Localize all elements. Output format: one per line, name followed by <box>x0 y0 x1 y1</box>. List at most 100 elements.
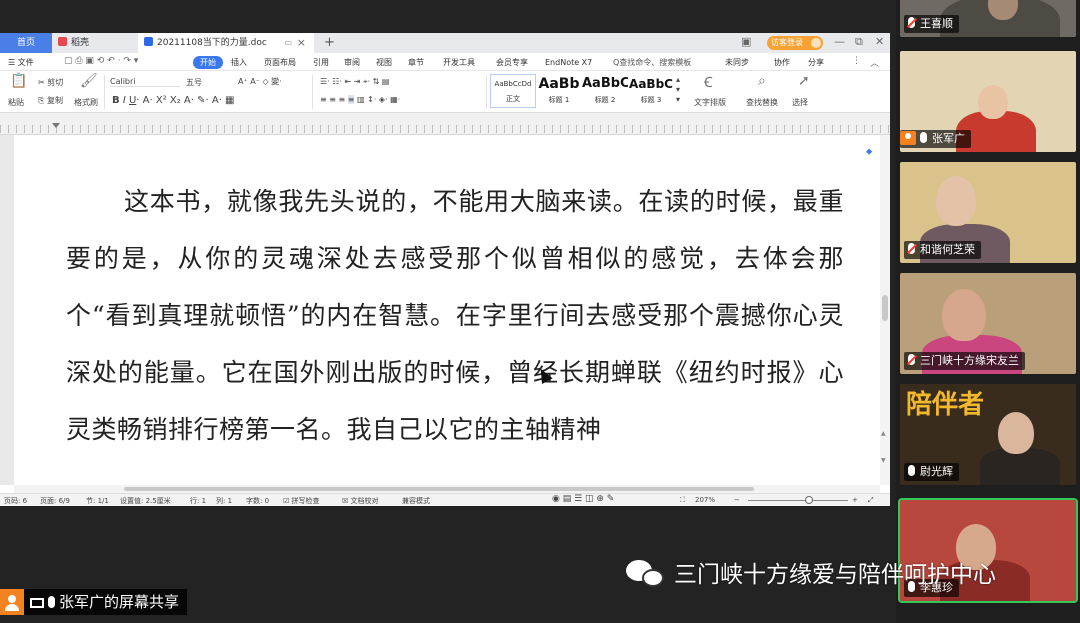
horizontal-scroll-thumb[interactable] <box>124 487 754 491</box>
sync-status[interactable]: 未同步 <box>725 56 749 69</box>
font-size-select[interactable]: 五号 <box>186 77 202 88</box>
menu-endnote[interactable]: EndNote X7 <box>545 56 592 69</box>
menu-view[interactable]: 视图 <box>376 56 392 69</box>
collapse-ribbon-icon[interactable]: ︿ <box>870 56 879 69</box>
font-size-buttons[interactable]: A⁺ A⁻ ◇ 變· <box>238 76 282 87</box>
horizontal-scrollbar[interactable] <box>14 485 880 493</box>
text-layout-icon[interactable]: Ꞓ <box>704 73 713 92</box>
menu-developer[interactable]: 开发工具 <box>443 56 475 69</box>
select-label[interactable]: 选择 <box>792 97 808 108</box>
cursor-select-icon[interactable]: ➚ <box>798 73 810 89</box>
status-pages[interactable]: 页面: 6/9 <box>40 496 70 506</box>
scroll-up-icon[interactable]: ▲ <box>881 430 886 437</box>
proofread-label: 文档校对 <box>350 497 379 505</box>
style-heading-3[interactable]: AaBbC 标题 3 <box>628 74 674 108</box>
tab-pin-icon[interactable]: ▭ <box>284 33 292 53</box>
minimize-button[interactable]: — <box>834 35 845 48</box>
collaborate-button[interactable]: 协作 <box>774 56 790 69</box>
menu-start[interactable]: 开始 <box>193 56 223 69</box>
zoom-fit-icon[interactable]: ⛶ <box>680 496 685 505</box>
status-page-num: 页码: 6 <box>4 497 28 505</box>
indent-marker[interactable] <box>52 123 60 128</box>
cut-button[interactable]: ✂ 剪切 <box>38 77 63 88</box>
tab-docer[interactable]: 稻壳 <box>52 33 138 53</box>
ruler-ticks <box>0 125 890 133</box>
zoom-out-button[interactable]: − <box>734 496 740 504</box>
zoom-slider[interactable] <box>748 500 848 501</box>
spell-check-button[interactable]: ☑ 拼写检查 <box>283 496 320 506</box>
font-format-buttons[interactable]: B I U· A· X² X₂ A· ✎· A· ▦ <box>112 95 235 106</box>
style-heading-2[interactable]: AaBbC 标题 2 <box>582 74 628 108</box>
watermark-text: 三门峡十方缘爱与陪伴呵护中心 <box>674 562 996 588</box>
scroll-down-icon[interactable]: ▼ <box>881 457 886 464</box>
layout-icon[interactable]: ▣ <box>741 35 751 48</box>
participant-name: 和谐何芝荣 <box>920 243 975 256</box>
style-heading-1[interactable]: AaBb 标题 1 <box>536 74 582 108</box>
document-text[interactable]: 这本书，就像我先头说的，不能用大脑来读。在读的时候，最重要的是，从你的灵魂深处去… <box>66 173 844 458</box>
zoom-in-button[interactable]: + <box>852 496 858 504</box>
person-icon <box>0 589 24 615</box>
font-name-select[interactable]: Calibri <box>110 77 180 87</box>
visitor-login-button[interactable]: 访客登录 <box>767 36 823 50</box>
wechat-watermark: 三门峡十方缘爱与陪伴呵护中心 <box>626 557 996 593</box>
menu-references[interactable]: 引用 <box>313 56 329 69</box>
vertical-scrollbar[interactable]: ▲ ▼ <box>880 135 890 485</box>
menu-review[interactable]: 审阅 <box>344 56 360 69</box>
list-buttons[interactable]: ☰· ☷· ⇤ ⇥ ⌖· ⇅ ▤ <box>320 77 389 87</box>
command-search[interactable]: Q查找命令、搜索模板 <box>613 56 691 69</box>
proofread-button[interactable]: ☒ 文档校对 <box>342 496 379 506</box>
participant-tile[interactable]: 三门峡十方缘宋友兰 <box>900 273 1076 374</box>
format-painter-label[interactable]: 格式刷 <box>74 97 98 108</box>
mic-muted-icon <box>908 17 915 28</box>
view-mode-icons[interactable]: ◉ ▤ ☰ ◫ ⊕ ✎ <box>552 494 614 504</box>
menu-member[interactable]: 会员专享 <box>496 56 528 69</box>
location-pin-icon[interactable]: ⬥ <box>866 147 872 157</box>
screen-share-indicator[interactable]: 张军广的屏幕共享 <box>0 589 188 615</box>
zoom-level[interactable]: 207% <box>695 496 715 504</box>
paste-label[interactable]: 粘贴 <box>8 97 24 108</box>
close-button[interactable]: ✕ <box>875 35 884 48</box>
status-section: 节: 1/1 <box>86 497 109 505</box>
participant-name: 张军广 <box>932 132 965 145</box>
style-name: 正文 <box>506 95 520 103</box>
menu-page-layout[interactable]: 页面布局 <box>264 56 296 69</box>
ribbon-toolbar: 📋 粘贴 ✂ 剪切 ⎘ 复制 🖌 格式刷 Calibri 五号 A⁺ A⁻ ◇ … <box>0 71 890 113</box>
divider <box>486 75 487 109</box>
participant-face <box>998 412 1034 454</box>
paste-icon[interactable]: 📋 <box>10 73 27 89</box>
spell-check-label: 拼写检查 <box>291 497 320 505</box>
find-replace-label[interactable]: 查找替换 <box>746 97 778 108</box>
document-page[interactable]: 这本书，就像我先头说的，不能用大脑来读。在读的时候，最重要的是，从你的灵魂深处去… <box>14 135 880 485</box>
zoom-slider-knob[interactable] <box>805 496 813 504</box>
status-words[interactable]: 字数: 0 <box>246 496 269 506</box>
banner-sign: 陪伴者 <box>906 390 985 420</box>
search-icon[interactable]: ⌕ <box>758 73 766 89</box>
format-painter-icon[interactable]: 🖌 <box>80 73 98 89</box>
quick-access-icons[interactable]: ▢ ⎙ ▣ ⟲ ↶ · ↷ ▾ <box>64 56 138 66</box>
align-buttons[interactable]: ≡ ≡ ≡ ≡ ▥ ↕· ◈· ▦· <box>320 95 400 104</box>
tab-close-icon[interactable]: × <box>297 33 306 53</box>
restore-button[interactable]: ⧉ <box>855 35 863 49</box>
vertical-scroll-thumb[interactable] <box>882 295 888 321</box>
new-tab-button[interactable]: + <box>318 33 335 53</box>
participant-tile[interactable]: 张军广 <box>900 51 1076 152</box>
participant-tile[interactable]: 陪伴者 尉光辉 <box>900 384 1076 485</box>
cut-label: 剪切 <box>47 78 64 87</box>
tab-home[interactable]: 首页 <box>0 33 52 53</box>
menu-chapter[interactable]: 章节 <box>408 56 424 69</box>
more-icon[interactable]: ⋮ <box>852 56 861 66</box>
shared-screen: 首页 稻壳 20211108当下的力量.doc ▭ × + ▣ 访客登录 — ⧉… <box>0 33 890 506</box>
fullscreen-icon[interactable]: ⤢ <box>868 496 874 505</box>
styles-scroll[interactable]: ▴ ▾ ▾ <box>676 75 680 105</box>
share-button[interactable]: 分享 <box>808 56 824 69</box>
participant-panel: 王喜顺 张军广 和谐何芝荣 三门峡十方缘宋友兰 陪伴者 尉光辉 李惠珍 <box>896 0 1080 623</box>
style-normal[interactable]: AaBbCcDd 正文 <box>490 74 536 108</box>
text-layout-label[interactable]: 文字排版 <box>694 97 726 108</box>
tab-document[interactable]: 20211108当下的力量.doc ▭ × <box>138 33 314 53</box>
participant-tile[interactable]: 和谐何芝荣 <box>900 162 1076 263</box>
tab-bar: 首页 稻壳 20211108当下的力量.doc ▭ × + ▣ 访客登录 — ⧉… <box>0 33 890 53</box>
participant-tile[interactable]: 王喜顺 <box>900 0 1076 37</box>
file-menu[interactable]: ☰ 文件 <box>8 56 34 69</box>
menu-insert[interactable]: 插入 <box>231 56 247 69</box>
copy-button[interactable]: ⎘ 复制 <box>38 95 63 106</box>
